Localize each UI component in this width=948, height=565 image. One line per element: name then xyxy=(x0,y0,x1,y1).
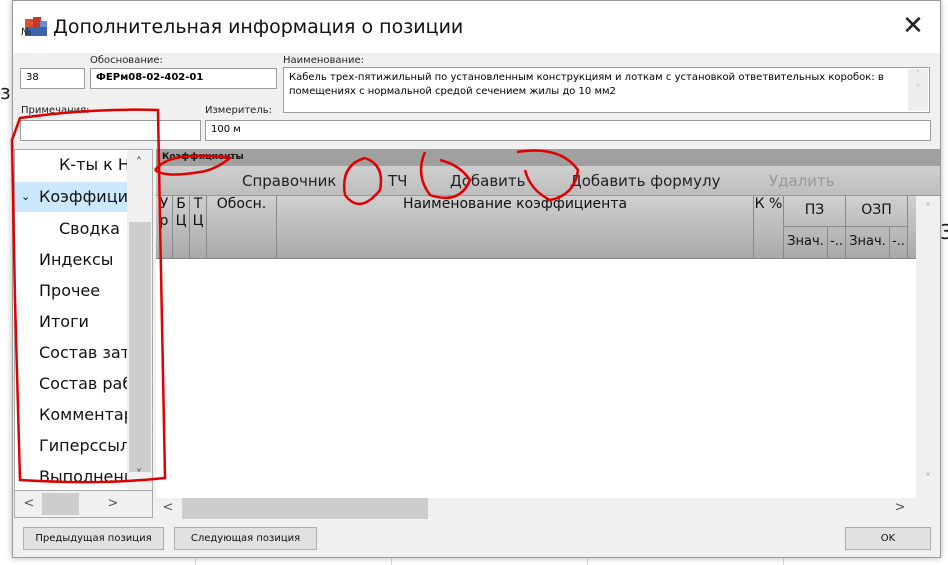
title-bar: Дополнительная информация о позиции ✕ xyxy=(13,1,940,53)
textarea-scrollbar[interactable]: ˄ ˅ xyxy=(908,69,928,111)
unit-field[interactable]: 100 м xyxy=(205,120,931,141)
name-label: Наименование: xyxy=(283,55,365,66)
tree-item[interactable]: Итоги xyxy=(15,307,127,337)
add-button[interactable]: Добавить xyxy=(450,172,526,190)
chevron-down-icon[interactable]: ˅ xyxy=(129,468,149,483)
col-pz-value[interactable]: Знач. xyxy=(784,227,828,259)
delete-button[interactable]: Удалить xyxy=(769,172,835,190)
number-label: № xyxy=(21,27,32,38)
col-tc[interactable]: Т Ц xyxy=(190,196,207,259)
bg-fragment: з xyxy=(0,80,11,104)
toolbar: Справочник ТЧ Добавить Добавить формулу … xyxy=(156,166,940,196)
tree-item[interactable]: Прочее xyxy=(15,276,127,306)
chevron-down-icon[interactable]: ⌄ xyxy=(21,182,30,212)
name-text: Кабель трех-пятижильный по установленным… xyxy=(289,72,884,97)
tch-button[interactable]: ТЧ xyxy=(388,172,407,190)
col-ur[interactable]: У р xyxy=(156,196,173,259)
tree-item[interactable]: К-ты к Н xyxy=(15,150,127,180)
col-bc[interactable]: Б Ц xyxy=(173,196,190,259)
panel-title: Коэффициенты xyxy=(156,149,940,166)
col-pz[interactable]: ПЗ xyxy=(784,196,846,227)
tree-item[interactable]: Сводка xyxy=(15,214,127,244)
col-name[interactable]: Наименование коэффициента xyxy=(277,196,754,259)
coefficients-panel: Коэффициенты Справочник ТЧ Добавить Доба… xyxy=(156,149,940,519)
position-info-dialog: Дополнительная информация о позиции ✕ № … xyxy=(12,0,941,558)
notes-field[interactable] xyxy=(20,120,201,141)
close-button[interactable]: ✕ xyxy=(898,11,928,41)
col-ozp-extra[interactable]: -.. xyxy=(890,227,908,259)
chevron-right-icon[interactable]: > xyxy=(103,496,123,511)
ok-button[interactable]: OK xyxy=(845,527,931,550)
tree-item[interactable]: Индексы xyxy=(15,245,127,275)
directory-button[interactable]: Справочник xyxy=(242,172,337,190)
chevron-up-icon[interactable]: ˄ xyxy=(908,69,928,83)
col-ozp[interactable]: ОЗП xyxy=(846,196,908,227)
table-horizontal-scrollbar[interactable]: < > xyxy=(156,498,940,519)
tree-item[interactable]: Выполнени xyxy=(15,462,127,490)
name-textarea[interactable]: Кабель трех-пятижильный по установленным… xyxy=(283,67,930,113)
chevron-down-icon[interactable]: ˅ xyxy=(908,83,928,97)
tree-item[interactable]: Состав раб xyxy=(15,369,127,399)
table-header: У р Б Ц Т Ц Обосн. Наименование коэффици… xyxy=(156,196,916,259)
bg-fragment: 3 xyxy=(940,220,948,244)
table-vertical-scrollbar[interactable]: ˄ ˅ xyxy=(916,196,940,498)
tree-item[interactable]: Комментар xyxy=(15,400,127,430)
notes-label: Примечания: xyxy=(21,105,90,116)
col-ozp-value[interactable]: Знач. xyxy=(846,227,890,259)
chevron-up-icon[interactable]: ˄ xyxy=(129,156,149,171)
col-pz-extra[interactable]: -.. xyxy=(828,227,846,259)
chevron-down-icon[interactable]: ˅ xyxy=(918,472,938,487)
chevron-right-icon[interactable]: > xyxy=(890,500,910,515)
dialog-title: Дополнительная информация о позиции xyxy=(53,16,464,38)
chevron-left-icon[interactable]: < xyxy=(19,496,39,511)
previous-position-button[interactable]: Предыдущая позиция xyxy=(23,527,164,550)
tree-item[interactable]: Гиперссыл xyxy=(15,431,127,461)
add-formula-button[interactable]: Добавить формулу xyxy=(570,172,720,190)
col-basis[interactable]: Обосн. xyxy=(207,196,277,259)
basis-label: Обоснование: xyxy=(90,55,163,66)
scroll-thumb[interactable] xyxy=(42,493,79,515)
tree-horizontal-scrollbar[interactable]: < > xyxy=(14,491,153,518)
scroll-thumb[interactable] xyxy=(182,498,428,519)
scroll-thumb[interactable] xyxy=(129,222,151,472)
col-k-percent[interactable]: К % xyxy=(754,196,784,259)
number-field[interactable]: 38 xyxy=(20,68,85,89)
tree-item[interactable]: Состав зат xyxy=(15,338,127,368)
tree-item-selected[interactable]: ⌄Коэффицие xyxy=(15,182,127,212)
unit-label: Измеритель: xyxy=(205,105,272,116)
tree-vertical-scrollbar[interactable]: ˄ ˅ xyxy=(127,150,152,490)
basis-field[interactable]: ФЕРм08-02-402-01 xyxy=(90,68,277,89)
chevron-up-icon[interactable]: ˄ xyxy=(918,202,938,217)
next-position-button[interactable]: Следующая позиция xyxy=(174,527,317,550)
section-tree: К-ты к Н ⌄Коэффицие Сводка Индексы Проче… xyxy=(14,149,153,491)
chevron-left-icon[interactable]: < xyxy=(158,500,178,515)
